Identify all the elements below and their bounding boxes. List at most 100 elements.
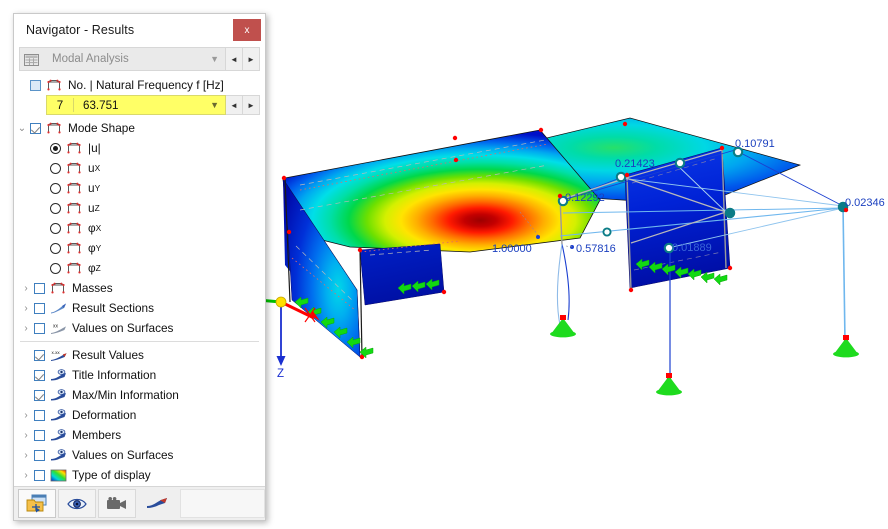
mode-option-φx[interactable]: φX [14,218,265,238]
results-navigator-button[interactable] [138,489,176,518]
frame-icon [66,162,83,175]
tree-item-checkbox[interactable] [34,369,45,381]
navigator-toolbar [14,486,265,520]
mode-option-sublabel: X [94,163,101,173]
frame-icon [66,222,83,235]
render-navigator-button[interactable] [98,489,136,518]
mode-shape-checkbox[interactable] [30,122,41,134]
table-icon [24,53,41,66]
mode-option-sublabel: Y [95,243,102,253]
panel-titlebar: Navigator - Results x [14,14,265,46]
frequency-header-row[interactable]: No. | Natural Frequency f [Hz] [14,75,265,95]
frequency-combobox[interactable]: 7 63.751 ▼ [46,95,226,115]
mode-option-sublabel: X [95,223,102,233]
frame-icon [66,202,83,215]
project-navigator-button[interactable] [18,489,56,518]
tree-item-result-values[interactable]: x.xx Result Values [14,345,265,365]
chevron-down-icon[interactable]: ▼ [210,100,219,110]
tree-item-label: Result Sections [72,301,154,315]
frame-icon [66,142,83,155]
mode-option-radio[interactable] [50,242,61,254]
analysis-next-button[interactable]: ► [243,47,260,71]
nodal-supports [550,315,859,396]
tree-item-members[interactable]: › Members [14,425,265,445]
mode-option-u[interactable]: |u| [14,138,265,158]
tree-item-label: Max/Min Information [72,388,179,402]
toolbar-filler [180,489,265,518]
mode-option-radio[interactable] [50,162,61,174]
mode-option-radio[interactable] [50,202,61,214]
mode-option-radio[interactable] [50,262,61,274]
analysis-prev-button[interactable]: ◄ [226,47,243,71]
close-button[interactable]: x [233,19,261,41]
expander-icon[interactable]: › [18,470,34,481]
expander-icon[interactable]: › [18,450,34,461]
tree-item-masses[interactable]: › Masses [14,278,265,298]
tree-item-checkbox[interactable] [34,409,45,421]
tree-item-checkbox[interactable] [34,469,45,481]
tree-item-checkbox[interactable] [34,302,45,314]
frequency-checkbox[interactable] [30,79,41,91]
svg-text:x.xx: x.xx [52,350,61,355]
frequency-next-button[interactable]: ► [243,95,260,115]
expander-icon[interactable]: › [18,430,34,441]
tree-item-result-sections[interactable]: › Result Sections [14,298,265,318]
tree-item-checkbox[interactable] [34,322,45,334]
tree-item-mode-shape[interactable]: ⌄ Mode Shape [14,118,265,138]
expander-icon[interactable]: › [18,323,34,334]
tree-item-label: Values on Surfaces [72,448,174,462]
frequency-value: 63.751 [83,98,119,112]
xx-values-icon: xx [50,322,67,335]
mode-option-φz[interactable]: φZ [14,258,265,278]
mode-option-radio[interactable] [50,222,61,234]
section-icon [50,302,67,315]
tree-item-values-on-surfaces[interactable]: › Values on Surfaces [14,445,265,465]
results-tree[interactable]: No. | Natural Frequency f [Hz] 7 63.751 … [14,71,265,486]
tree-item-checkbox[interactable] [34,389,45,401]
expander-icon[interactable]: › [18,410,34,421]
tree-item-values-on-surfaces[interactable]: › xx Values on Surfaces [14,318,265,338]
tree-item-deformation[interactable]: › Deformation [14,405,265,425]
frequency-prev-button[interactable]: ◄ [226,95,243,115]
frame-icon [50,282,67,295]
frequency-selection-row[interactable]: 7 63.751 ▼ ◄ ► [46,95,260,115]
mode-option-ux[interactable]: uX [14,158,265,178]
frame-icon [66,242,83,255]
divider [20,341,259,342]
mode-option-radio[interactable] [50,142,61,154]
tree-item-checkbox[interactable] [34,429,45,441]
mode-option-uy[interactable]: uY [14,178,265,198]
mode-option-label: φ [88,261,96,275]
axis-label-z: Z [277,368,285,380]
expander-icon[interactable]: › [18,303,34,314]
svg-text:xx: xx [53,323,59,329]
tree-item-label: Members [72,428,122,442]
chevron-down-icon[interactable]: ▼ [210,54,219,64]
frequency-header-label: No. | Natural Frequency f [Hz] [68,78,224,92]
panel-title: Navigator - Results [26,23,135,37]
tree-item-checkbox[interactable] [34,449,45,461]
tree-item-type-of-display[interactable]: › Type of display [14,465,265,485]
tree-item-checkbox[interactable] [34,349,45,361]
tree-item-label: Values on Surfaces [72,321,174,335]
mode-option-radio[interactable] [50,182,61,194]
tree-item-max-min-information[interactable]: Max/Min Information [14,385,265,405]
view-navigator-button[interactable] [58,489,96,518]
expander-icon[interactable]: ⌄ [14,123,30,134]
frame-icon [66,262,83,275]
tree-item-result-sections[interactable]: ›Result Sections [14,485,265,486]
eye-arrow-icon [50,388,67,402]
max-value-marker [536,235,540,239]
tree-group-a: › Masses › Result Sections › xx Values on Surf… [14,278,265,338]
mode-option-sublabel: Z [94,203,100,213]
tree-item-title-information[interactable]: Title Information [14,365,265,385]
mid-low-panel [359,243,445,306]
expander-icon[interactable]: › [18,283,34,294]
mode-option-uz[interactable]: uZ [14,198,265,218]
tree-item-checkbox[interactable] [34,282,45,294]
mode-option-φy[interactable]: φY [14,238,265,258]
analysis-combobox[interactable]: Modal Analysis ▼ [19,47,226,71]
mode-option-sublabel: Z [95,263,101,273]
analysis-selector-row: Modal Analysis ▼ ◄ ► [19,47,260,71]
mode-option-sublabel: Y [94,183,101,193]
